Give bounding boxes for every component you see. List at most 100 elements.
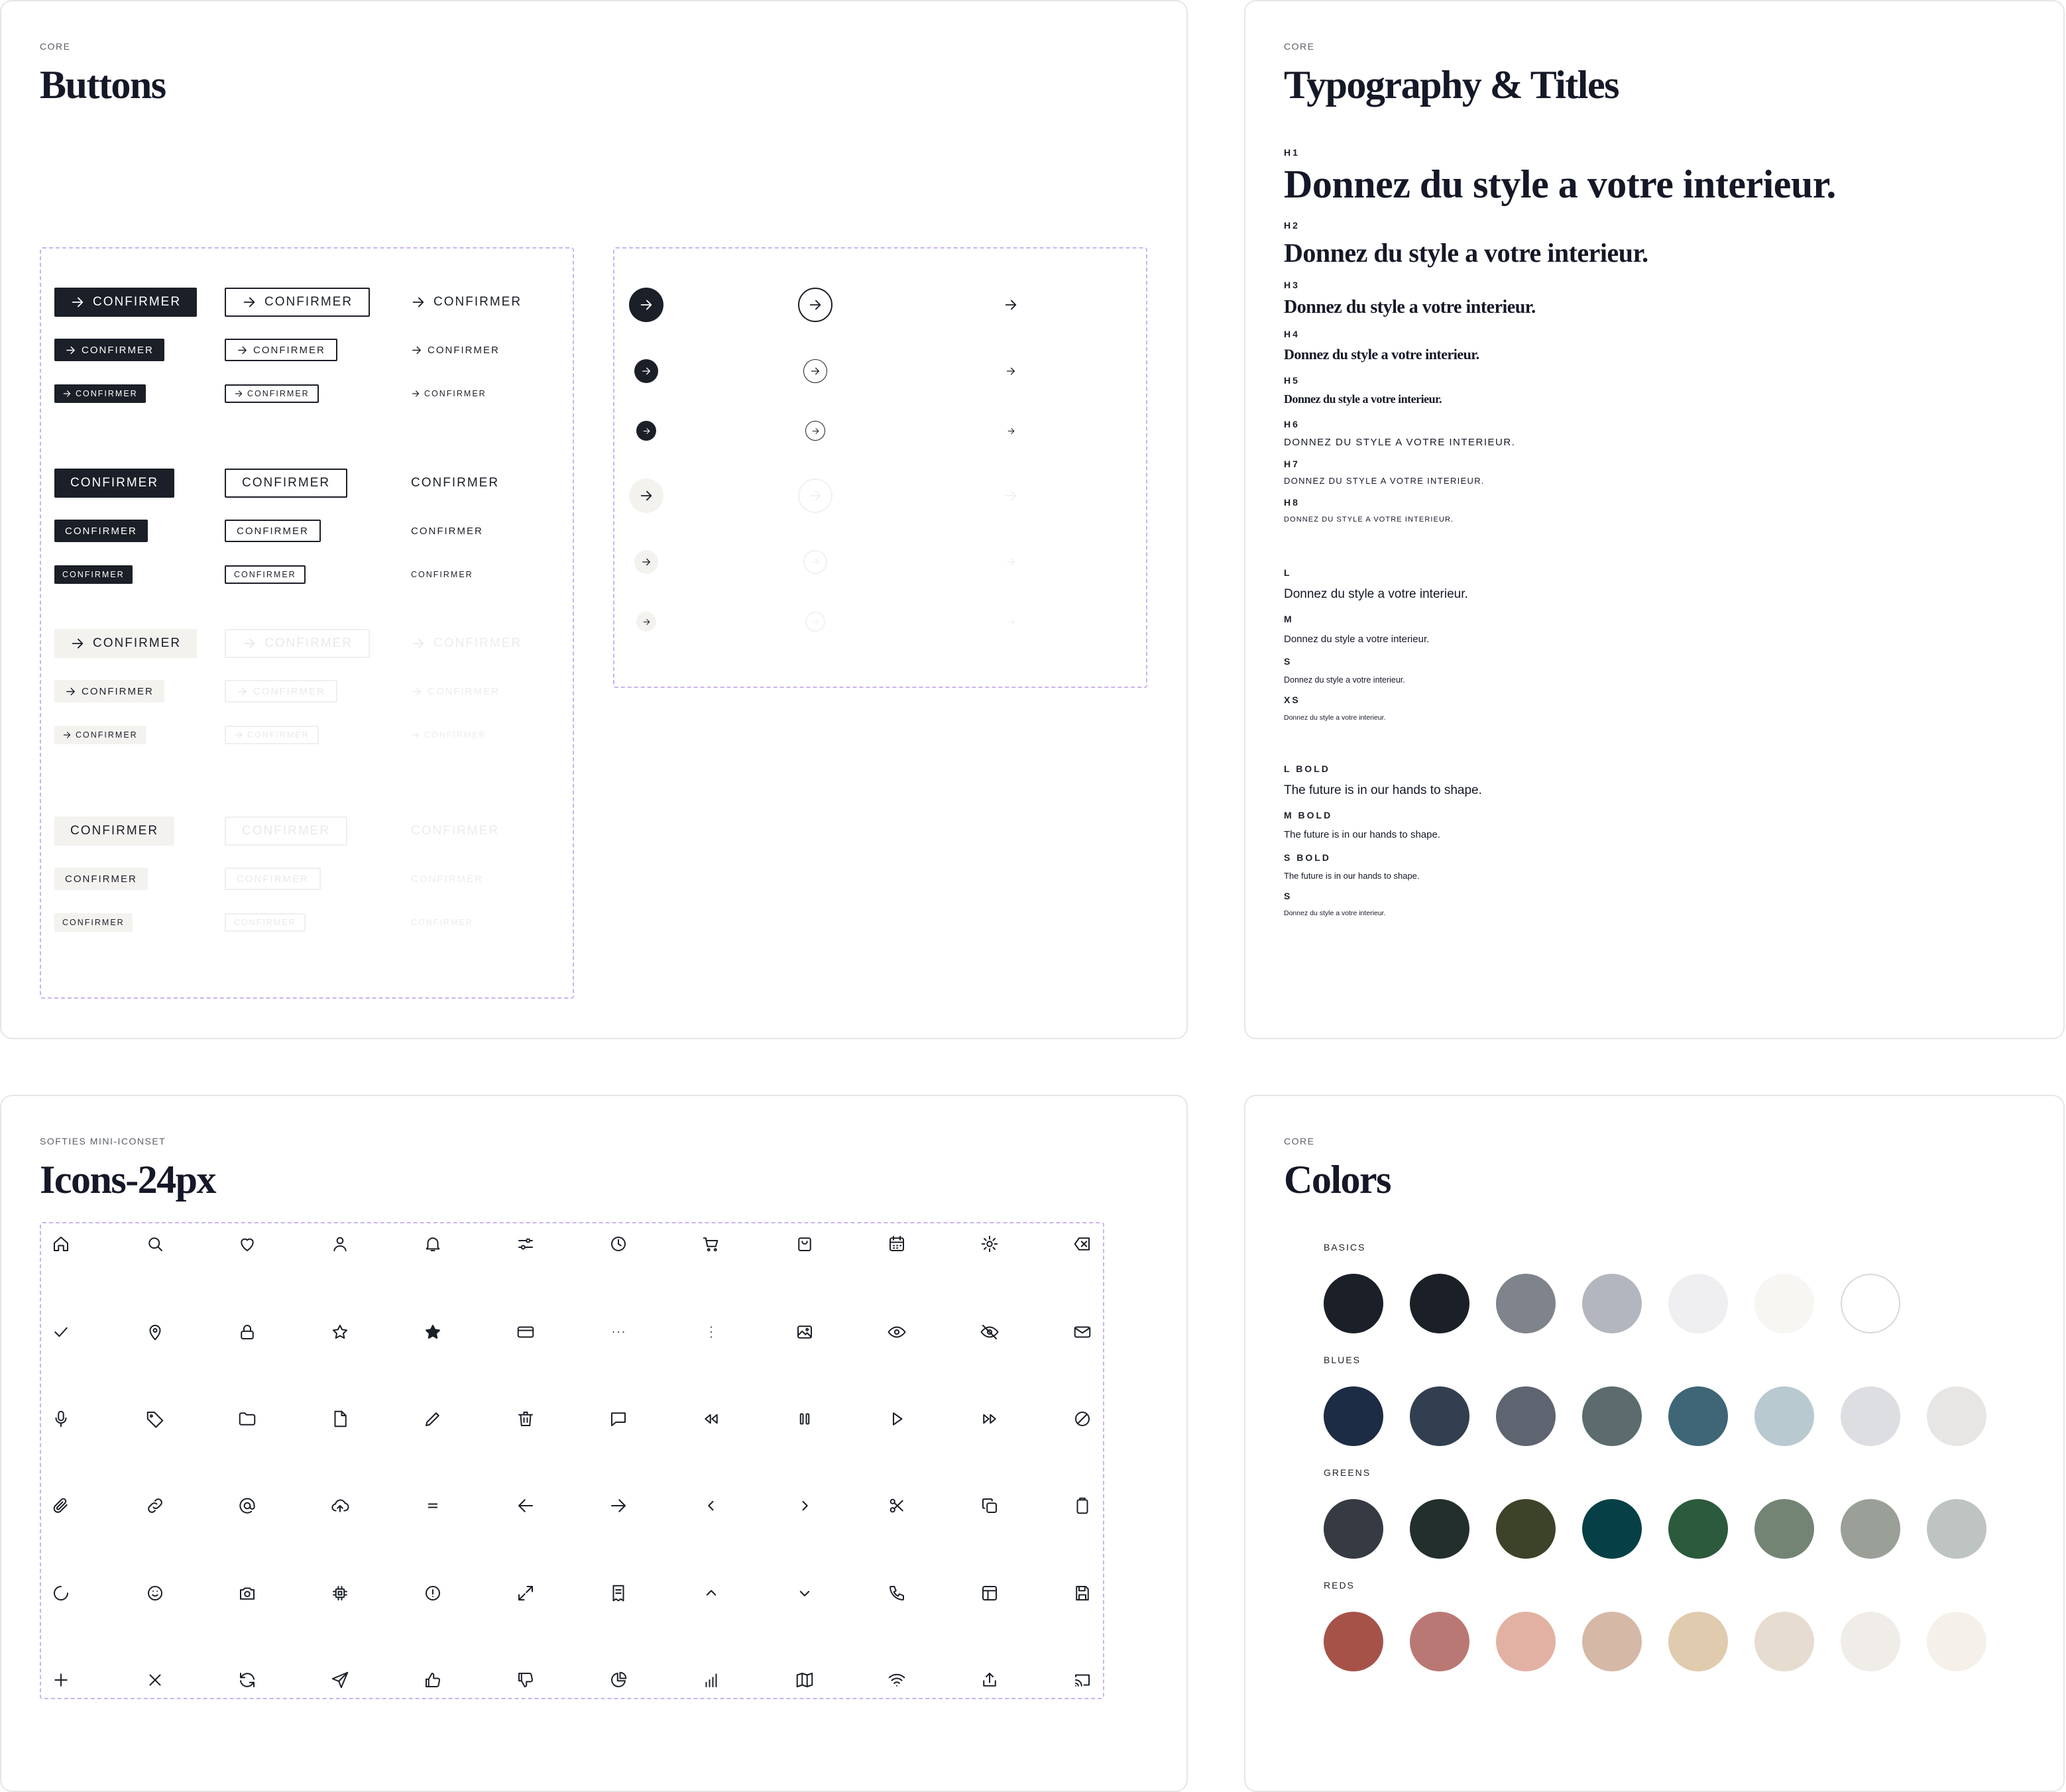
confirm-button-label: CONFIRMER <box>234 918 296 927</box>
color-swatch-basics-4[interactable] <box>1582 1274 1642 1333</box>
icon-button-ghost-m[interactable] <box>999 359 1023 383</box>
arrow-right-icon <box>640 490 652 501</box>
icon-button-soft-s[interactable] <box>636 612 656 632</box>
color-swatch-greens-8[interactable] <box>1927 1499 1986 1559</box>
arrow-right-icon <box>235 732 243 738</box>
map-icon <box>795 1670 815 1690</box>
confirm-button-primary-m[interactable]: CONFIRMER <box>54 339 164 361</box>
fast-forward-icon <box>980 1409 1000 1429</box>
confirm-button-outline-l[interactable]: CONFIRMER <box>225 469 348 498</box>
color-swatch-greens-6[interactable] <box>1754 1499 1814 1559</box>
chip-icon <box>330 1583 350 1603</box>
confirm-button-label: CONFIRMER <box>237 525 309 537</box>
arrow-right-icon <box>66 346 75 354</box>
confirm-button-outline-m[interactable]: CONFIRMER <box>225 520 321 542</box>
confirm-button-label: CONFIRMER <box>65 873 137 885</box>
send-icon <box>330 1670 350 1690</box>
confirm-button-primary-l[interactable]: CONFIRMER <box>54 469 175 498</box>
color-swatch-basics-3[interactable] <box>1496 1274 1556 1333</box>
confirm-button-outline-s[interactable]: CONFIRMER <box>225 384 319 403</box>
confirm-button-soft-s[interactable]: CONFIRMER <box>54 726 146 744</box>
confirm-button-soft-m[interactable]: CONFIRMER <box>54 680 164 702</box>
icon-button-soft-m[interactable] <box>634 550 658 574</box>
color-swatch-greens-1[interactable] <box>1324 1499 1383 1559</box>
h3-label: H3 <box>1284 280 1300 290</box>
color-swatch-basics-5[interactable] <box>1668 1274 1728 1333</box>
m-bold-sample: The future is in our hands to shape. <box>1284 829 1440 840</box>
color-swatch-greens-2[interactable] <box>1410 1499 1469 1559</box>
color-swatch-basics-7[interactable] <box>1841 1274 1900 1333</box>
color-swatch-blues-6[interactable] <box>1754 1386 1814 1446</box>
confirm-button-ghost-s[interactable]: CONFIRMER <box>411 565 481 584</box>
color-swatch-blues-8[interactable] <box>1927 1386 1986 1446</box>
gear-icon <box>980 1234 1000 1254</box>
icon-button-ghost-s[interactable] <box>1001 421 1021 441</box>
color-swatch-reds-5[interactable] <box>1668 1612 1728 1671</box>
icon-button-ghost-l[interactable] <box>994 288 1028 322</box>
color-swatch-reds-6[interactable] <box>1754 1612 1814 1671</box>
confirm-button-outline-m[interactable]: CONFIRMER <box>225 339 337 361</box>
confirm-button-label: CONFIRMER <box>76 389 138 398</box>
block-icon <box>1072 1409 1092 1429</box>
color-swatch-blues-5[interactable] <box>1668 1386 1728 1446</box>
confirm-button-label: CONFIRMER <box>411 918 473 927</box>
color-swatch-reds-8[interactable] <box>1927 1612 1986 1671</box>
color-swatch-blues-4[interactable] <box>1582 1386 1642 1446</box>
pencil-icon <box>423 1409 443 1429</box>
color-swatch-greens-7[interactable] <box>1841 1499 1900 1559</box>
paperclip-icon <box>51 1496 71 1516</box>
pie-chart-icon <box>608 1670 628 1690</box>
confirm-button-ghost-m[interactable]: CONFIRMER <box>411 339 510 361</box>
confirm-button-outline-s[interactable]: CONFIRMER <box>225 565 306 584</box>
confirm-button-ghost-l[interactable]: CONFIRMER <box>411 469 515 498</box>
confirm-button-soft-l[interactable]: CONFIRMER <box>54 816 175 846</box>
icon-button-dark-m[interactable] <box>634 359 658 383</box>
color-swatch-blues-7[interactable] <box>1841 1386 1900 1446</box>
confirm-button-outline-l[interactable]: CONFIRMER <box>225 288 371 317</box>
confirm-button-label: CONFIRMER <box>264 295 353 309</box>
confirm-button-primary-l[interactable]: CONFIRMER <box>54 288 198 317</box>
color-swatch-basics-2[interactable] <box>1410 1274 1469 1333</box>
icon-button-out-s-s[interactable] <box>805 421 825 441</box>
color-swatch-basics-1[interactable] <box>1324 1274 1383 1333</box>
icon-button-soft-l[interactable] <box>629 478 663 513</box>
color-swatch-blues-2[interactable] <box>1410 1386 1469 1446</box>
rewind-icon <box>701 1409 721 1429</box>
confirm-button-ghost-s[interactable]: CONFIRMER <box>411 384 494 403</box>
confirm-button-primary-s[interactable]: CONFIRMER <box>54 565 133 584</box>
chevron-down-icon <box>795 1583 815 1603</box>
arrow-right-icon <box>812 618 819 625</box>
confirm-button-primary-s[interactable]: CONFIRMER <box>54 384 146 403</box>
confirm-button-ghost-m[interactable]: CONFIRMER <box>411 520 494 542</box>
color-swatch-reds-4[interactable] <box>1582 1612 1642 1671</box>
color-swatch-blues-3[interactable] <box>1496 1386 1556 1446</box>
confirm-button-primary-m[interactable]: CONFIRMER <box>54 520 148 542</box>
h6-label: H6 <box>1284 419 1300 429</box>
color-swatch-reds-3[interactable] <box>1496 1612 1556 1671</box>
card-icon <box>516 1322 536 1342</box>
color-swatch-basics-6[interactable] <box>1754 1274 1814 1333</box>
icon-button-dark-l[interactable] <box>629 288 663 322</box>
icon-button-out-l[interactable] <box>798 288 832 322</box>
icon-button-out-s-m[interactable] <box>803 359 827 383</box>
color-swatch-greens-3[interactable] <box>1496 1499 1556 1559</box>
arrow-right-icon <box>72 297 84 308</box>
confirm-button-label: CONFIRMER <box>82 685 154 697</box>
color-swatch-reds-1[interactable] <box>1324 1612 1383 1671</box>
color-swatch-greens-5[interactable] <box>1668 1499 1728 1559</box>
more-horizontal-icon <box>608 1322 628 1342</box>
color-swatch-greens-4[interactable] <box>1582 1499 1642 1559</box>
color-swatch-blues-1[interactable] <box>1324 1386 1383 1446</box>
cart-icon <box>701 1234 721 1254</box>
color-swatch-reds-7[interactable] <box>1841 1612 1900 1671</box>
h5-sample: Donnez du style a votre interieur. <box>1284 392 1442 406</box>
confirm-button-soft-l[interactable]: CONFIRMER <box>54 629 198 658</box>
confirm-button-soft-s[interactable]: CONFIRMER <box>54 913 133 932</box>
confirm-button-label: CONFIRMER <box>411 570 473 579</box>
arrow-right-icon <box>642 558 650 566</box>
icon-button-dark-s[interactable] <box>636 421 656 441</box>
color-swatch-reds-2[interactable] <box>1410 1612 1469 1671</box>
confirm-button-ghost-l[interactable]: CONFIRMER <box>411 288 538 317</box>
confirm-button-soft-m[interactable]: CONFIRMER <box>54 868 148 890</box>
arrow-right-icon <box>1005 490 1017 501</box>
